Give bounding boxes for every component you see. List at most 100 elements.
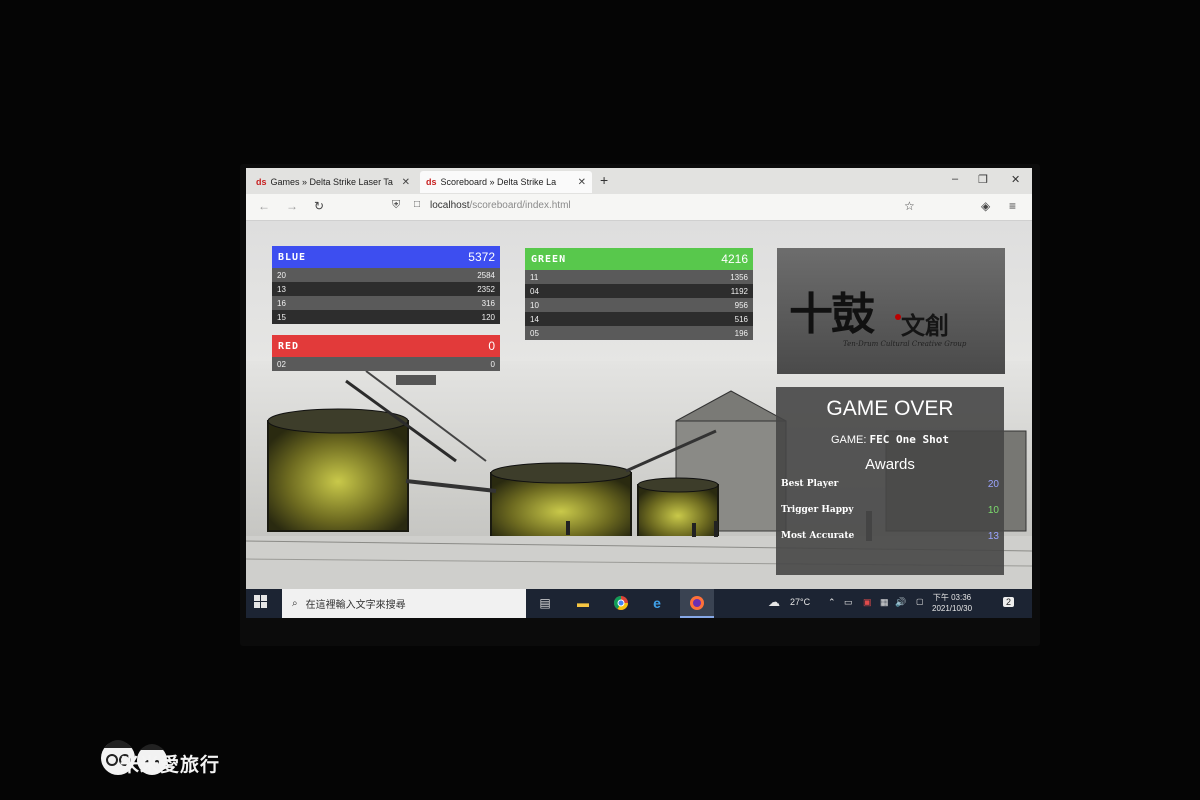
player-score: 516 (734, 314, 748, 324)
menu-icon[interactable]: ≡ (1009, 199, 1016, 213)
forward-arrow-icon[interactable]: → (286, 199, 298, 213)
taskbar-clock[interactable]: 下午 03:36 2021/10/30 (932, 592, 972, 614)
restore-icon[interactable]: ❐ (978, 173, 988, 186)
player-row: 13 2352 (272, 282, 500, 296)
award-label: Best Player (781, 479, 839, 489)
player-list: 02 0 (272, 357, 500, 371)
player-id: 13 (277, 284, 286, 294)
player-score: 0 (490, 359, 495, 369)
player-id: 14 (530, 314, 539, 324)
player-score: 956 (734, 300, 748, 310)
player-row: 02 0 (272, 357, 500, 371)
awards-title: Awards (865, 456, 915, 473)
award-row: Trigger Happy 10 (781, 505, 999, 516)
player-list: 20 2584 13 2352 16 316 15 120 (272, 268, 500, 324)
volume-icon[interactable]: 🔊 (895, 597, 906, 608)
team-name: GREEN (531, 253, 567, 265)
address-bar[interactable]: localhost/scoreboard/index.html (430, 200, 571, 211)
browser-tab-bar: ds Games » Delta Strike Laser Ta ✕ ds Sc… (246, 168, 1032, 194)
scoreboard-page: BLUE 5372 20 2584 13 2352 16 316 15 120 GREE… (246, 221, 1032, 589)
security-icon[interactable]: ▣ (863, 597, 872, 608)
url-path: /scoreboard/index.html (469, 200, 571, 211)
chrome-icon[interactable] (612, 594, 630, 612)
player-id: 16 (277, 298, 286, 308)
weather-temp: 27°C (790, 597, 811, 607)
ds-favicon-icon: ds (256, 177, 267, 187)
player-row: 15 120 (272, 310, 500, 324)
team-score: 5372 (468, 250, 495, 264)
firefox-icon (688, 594, 706, 612)
weather-icon: ☁ (768, 595, 780, 609)
edge-icon[interactable]: e (648, 594, 666, 612)
windows-start-icon[interactable] (254, 595, 268, 609)
player-list: 11 1356 04 1192 10 956 14 516 05 196 (525, 270, 753, 340)
pocket-icon[interactable]: ◈ (981, 199, 990, 213)
player-id: 11 (530, 272, 539, 282)
browser-nav-bar: ← → ↻ ⛨ □ localhost/scoreboard/index.htm… (246, 194, 1032, 221)
award-value: 13 (987, 531, 999, 542)
award-label: Trigger Happy (781, 505, 854, 515)
player-row: 04 1192 (525, 284, 753, 298)
tab-games[interactable]: ds Games » Delta Strike Laser Ta ✕ (250, 171, 416, 193)
display-icon[interactable]: ▢ (916, 597, 924, 606)
clock-date: 2021/10/30 (932, 604, 973, 613)
windows-taskbar: ⌕ 在這裡輸入文字來搜尋 ▤ ▬ e ☁ 27°C ⌃ ▭ ▣ ▦ 🔊 ▢ 下午… (246, 589, 1032, 618)
bookmark-star-icon[interactable]: ☆ (904, 199, 915, 213)
battery-icon[interactable]: ▭ (844, 597, 853, 608)
logo-sub-text: 文創 (901, 311, 949, 340)
tab-scoreboard[interactable]: ds Scoreboard » Delta Strike La ✕ (420, 171, 592, 193)
close-tab-icon[interactable]: ✕ (578, 177, 586, 188)
player-score: 1192 (730, 286, 748, 296)
player-id: 15 (277, 312, 286, 322)
file-explorer-icon[interactable]: ▬ (574, 594, 592, 612)
player-row: 14 516 (525, 312, 753, 326)
player-score: 2584 (477, 270, 495, 280)
monitor-screen: ds Games » Delta Strike Laser Ta ✕ ds Sc… (246, 168, 1032, 618)
player-id: 05 (530, 328, 539, 338)
url-host: localhost (430, 200, 470, 211)
close-window-icon[interactable]: ✕ (1011, 173, 1020, 186)
page-icon: □ (414, 199, 421, 210)
player-id: 02 (277, 359, 286, 369)
player-row: 11 1356 (525, 270, 753, 284)
team-score: 4216 (721, 252, 748, 266)
logo-main-text: 十鼓 (789, 289, 875, 340)
game-name: FEC One Shot (869, 433, 949, 446)
player-row: 16 316 (272, 296, 500, 310)
team-header: BLUE 5372 (272, 246, 500, 268)
team-panel-red: RED 0 02 0 (272, 335, 500, 371)
minimize-icon[interactable]: – (952, 173, 958, 185)
team-header: GREEN 4216 (525, 248, 753, 270)
game-label: GAME: (831, 434, 867, 446)
network-icon[interactable]: ▦ (880, 597, 889, 608)
clock-time: 下午 03:36 (932, 593, 972, 602)
search-icon: ⌕ (292, 598, 298, 609)
player-score: 1356 (730, 272, 748, 282)
ds-favicon-icon: ds (426, 177, 437, 187)
firefox-taskbar-button[interactable] (680, 589, 714, 618)
player-row: 05 196 (525, 326, 753, 340)
shield-icon[interactable]: ⛨ (392, 199, 400, 212)
notification-badge[interactable]: 2 (1003, 597, 1015, 607)
taskbar-search-box[interactable]: ⌕ 在這裡輸入文字來搜尋 (282, 589, 526, 618)
new-tab-button[interactable]: + (600, 172, 608, 188)
team-name: BLUE (278, 251, 307, 263)
game-name-line: GAME: FEC One Shot (776, 433, 1004, 446)
task-view-icon[interactable]: ▤ (536, 594, 554, 612)
team-name: RED (278, 340, 300, 352)
search-placeholder: 在這裡輸入文字來搜尋 (305, 600, 406, 611)
player-row: 10 956 (525, 298, 753, 312)
player-score: 120 (481, 312, 495, 322)
player-id: 04 (530, 286, 539, 296)
award-row: Most Accurate 13 (781, 531, 999, 542)
award-label: Most Accurate (781, 531, 855, 541)
close-tab-icon[interactable]: ✕ (402, 177, 410, 188)
player-score: 316 (481, 298, 495, 308)
tray-chevron-icon[interactable]: ⌃ (828, 597, 836, 608)
tab-title: Scoreboard » Delta Strike La (440, 177, 557, 187)
back-arrow-icon[interactable]: ← (258, 199, 270, 213)
award-value: 20 (987, 479, 999, 490)
reload-icon[interactable]: ↻ (314, 199, 324, 213)
award-value: 10 (987, 505, 999, 516)
player-row: 20 2584 (272, 268, 500, 282)
